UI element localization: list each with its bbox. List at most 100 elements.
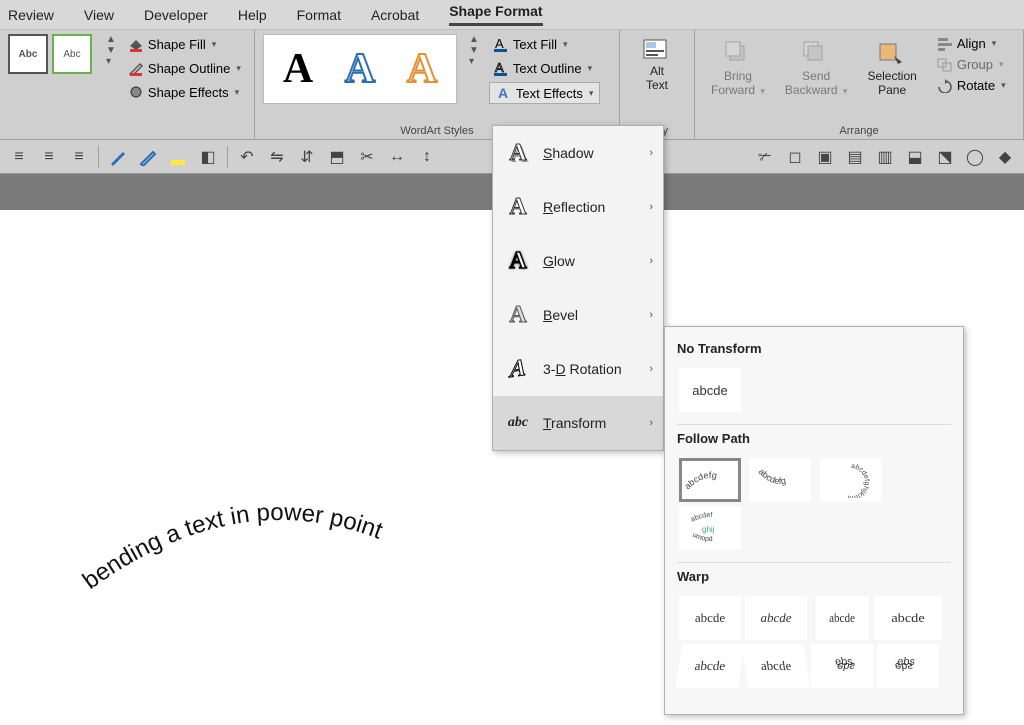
- dist-h-icon[interactable]: ↔: [384, 144, 410, 170]
- send-backward-button[interactable]: Send Backward ▾: [777, 34, 856, 101]
- warp-4[interactable]: abcde: [874, 596, 942, 640]
- group-icon: [937, 58, 953, 72]
- menu-view[interactable]: View: [84, 7, 114, 23]
- menu-review[interactable]: Review: [8, 7, 54, 23]
- wordart-thumb-3[interactable]: A: [394, 41, 450, 97]
- pen-blue2-icon[interactable]: [135, 144, 161, 170]
- curved-text-content: bending a text in power point: [78, 499, 387, 595]
- flip-h-icon[interactable]: ⇋: [264, 144, 290, 170]
- selection-pane-button[interactable]: Selection Pane: [859, 34, 924, 101]
- align-left-icon[interactable]: ≡: [6, 144, 32, 170]
- text-effects-button[interactable]: A Text Effects▾: [489, 82, 601, 104]
- te-transform[interactable]: abc Transform›: [493, 396, 663, 450]
- svg-text:abcdefg: abcdefg: [757, 466, 787, 486]
- sq3-icon[interactable]: ▤: [842, 144, 868, 170]
- align-right-icon[interactable]: ≡: [66, 144, 92, 170]
- menu-developer[interactable]: Developer: [144, 7, 208, 23]
- shape-outline-button[interactable]: Shape Outline▾: [124, 58, 245, 78]
- shape-icon-tb[interactable]: ◆: [992, 144, 1018, 170]
- crop-tool-icon[interactable]: ✃: [752, 144, 778, 170]
- svg-text:abcdefghijklmn: abcdefghijklmn: [847, 463, 870, 498]
- te-3d-rotation[interactable]: A 3-D Rotation›: [493, 342, 663, 396]
- shape-style-thumb-1[interactable]: Abc: [8, 34, 48, 74]
- align-button[interactable]: Align▾: [933, 34, 1010, 53]
- more-icon[interactable]: ▾: [469, 56, 479, 67]
- sq1-icon[interactable]: ◻: [782, 144, 808, 170]
- shadow-icon: A: [503, 138, 533, 168]
- crop-icon[interactable]: ✂: [354, 144, 380, 170]
- eraser-icon[interactable]: ◧: [195, 144, 221, 170]
- menu-help[interactable]: Help: [238, 7, 267, 23]
- shape-effects-button[interactable]: Shape Effects▾: [124, 82, 245, 102]
- svg-text:A: A: [495, 60, 504, 75]
- follow-path-button[interactable]: abcdef ghij umopd: [679, 506, 741, 550]
- sq4-icon[interactable]: ▥: [872, 144, 898, 170]
- warp-5[interactable]: abcde: [676, 644, 744, 688]
- alt-text-button[interactable]: Alt Text: [628, 34, 686, 96]
- ribbon: Abc Abc ▲ ▼ ▾ Shape Fill▾: [0, 30, 1024, 140]
- chevron-up-icon[interactable]: ▲: [469, 34, 479, 45]
- warp-2[interactable]: abcde: [745, 596, 807, 640]
- shape-fill-button[interactable]: Shape Fill▾: [124, 34, 245, 54]
- chevron-up-icon[interactable]: ▲: [106, 34, 116, 45]
- follow-path-arch-down[interactable]: abcdefg: [749, 458, 811, 502]
- rotate-icon: [937, 79, 953, 93]
- wordart-gallery[interactable]: A A A: [263, 34, 457, 104]
- menu-format[interactable]: Format: [297, 7, 341, 23]
- text-fill-icon: A: [493, 36, 509, 52]
- selection-pane-icon: [876, 38, 908, 69]
- warp-3[interactable]: abcde: [816, 596, 869, 640]
- wordart-thumb-2[interactable]: A: [332, 41, 388, 97]
- merge-icon[interactable]: ⬓: [902, 144, 928, 170]
- text-fill-button[interactable]: A Text Fill▾: [489, 34, 601, 54]
- rotation-3d-icon: A: [503, 352, 533, 386]
- text-outline-button[interactable]: A Text Outline▾: [489, 58, 601, 78]
- no-transform-thumb[interactable]: abcde: [679, 368, 741, 412]
- menu-acrobat[interactable]: Acrobat: [371, 7, 419, 23]
- bevel-icon: A: [503, 300, 533, 330]
- highlighter-icon[interactable]: [165, 144, 191, 170]
- svg-text:ebs: ebs: [894, 660, 914, 672]
- circle-icon-tb[interactable]: ◯: [962, 144, 988, 170]
- shape-style-thumb-2[interactable]: Abc: [52, 34, 92, 74]
- svg-text:ebs: ebs: [836, 660, 856, 672]
- sq5-icon[interactable]: ⬔: [932, 144, 958, 170]
- te-reflection[interactable]: A Reflection›: [493, 180, 663, 234]
- warp-8[interactable]: ebsebs: [877, 644, 939, 688]
- align-center-icon[interactable]: ≡: [36, 144, 62, 170]
- te-shadow[interactable]: A SShadowhadow›: [493, 126, 663, 180]
- curved-text[interactable]: bending a text in power point: [70, 470, 490, 620]
- more-icon[interactable]: ▾: [106, 56, 116, 67]
- arrow-square-icon[interactable]: ⬒: [324, 144, 350, 170]
- wordart-thumb-1[interactable]: A: [270, 41, 326, 97]
- svg-text:A: A: [495, 36, 504, 51]
- glow-icon: A: [503, 246, 533, 276]
- chevron-down-icon[interactable]: ▼: [106, 45, 116, 56]
- text-effects-menu: A SShadowhadow› A Reflection› A Glow› A …: [492, 125, 664, 451]
- no-transform-title: No Transform: [677, 341, 951, 356]
- chevron-down-icon[interactable]: ▼: [469, 45, 479, 56]
- te-glow[interactable]: A Glow›: [493, 234, 663, 288]
- rotate-button[interactable]: Rotate▾: [933, 76, 1010, 95]
- effects-icon: [128, 84, 144, 100]
- rotate-left-icon[interactable]: ↶: [234, 144, 260, 170]
- flip-v-icon[interactable]: ⇵: [294, 144, 320, 170]
- bring-forward-button[interactable]: Bring Forward ▾: [703, 34, 773, 101]
- bring-forward-icon: [722, 38, 754, 69]
- sq2-icon[interactable]: ▣: [812, 144, 838, 170]
- group-wordart-styles: A A A ▲ ▼ ▾ A Text Fill▾ A: [255, 30, 620, 139]
- warp-7[interactable]: ebsebs: [811, 644, 873, 688]
- warp-1[interactable]: abcde: [679, 596, 741, 640]
- svg-text:abcdef: abcdef: [690, 512, 713, 524]
- pen-blue-icon[interactable]: [105, 144, 131, 170]
- transform-icon: abc: [503, 408, 533, 438]
- shape-style-gallery[interactable]: Abc Abc: [8, 34, 92, 102]
- warp-6[interactable]: abcde: [742, 644, 810, 688]
- follow-path-circle[interactable]: abcdefghijklmn: [820, 458, 882, 502]
- dist-v-icon[interactable]: ↕: [414, 144, 440, 170]
- menu-shape-format[interactable]: Shape Format: [449, 3, 542, 26]
- group-button[interactable]: Group▾: [933, 55, 1010, 74]
- te-bevel[interactable]: A Bevel›: [493, 288, 663, 342]
- follow-path-arch-up[interactable]: abcdefg: [679, 458, 741, 502]
- reflection-icon: A: [503, 192, 533, 222]
